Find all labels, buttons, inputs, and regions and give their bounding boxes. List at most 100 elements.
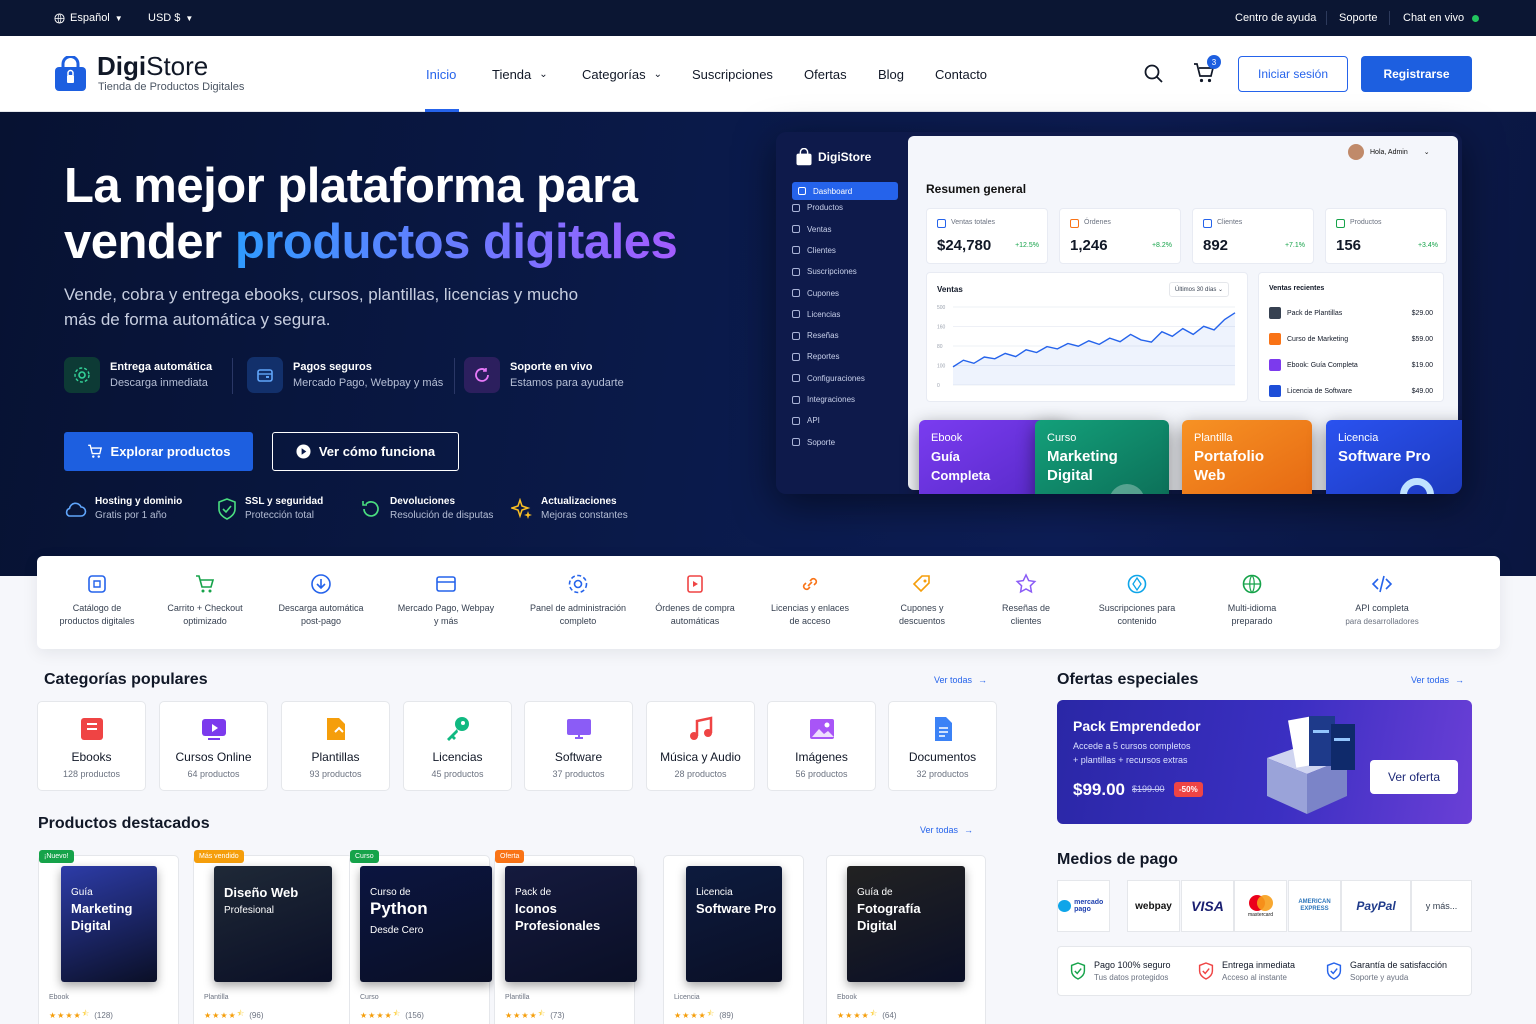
recent-sale-row[interactable]: Licencia de Software $49.00 bbox=[1269, 385, 1433, 397]
hero-product-card[interactable]: LicenciaSoftware ProOrtenamenze bbox=[1326, 420, 1462, 494]
product-card[interactable]: Guía de Fotografía Digital Ebook ★ ★ ★ ★ ⯪ (64) bbox=[826, 855, 986, 1024]
product-card[interactable]: Más vendido Diseño Web Profesional Plantill… bbox=[193, 850, 353, 1024]
admin-user-menu[interactable]: Hola, Admin ⌄ bbox=[1348, 144, 1430, 160]
register-button[interactable]: Registrarse bbox=[1361, 56, 1472, 92]
sales-chart-card: Ventas Últimos 30 días ⌄ 500 160 80 100 0 bbox=[926, 272, 1248, 402]
offers-see-all-link[interactable]: Ver todas → bbox=[1411, 675, 1464, 685]
box-illustration bbox=[1267, 716, 1355, 814]
dashboard-menu-item[interactable]: Licencias bbox=[792, 310, 840, 319]
product-rating: ★ ★ ★ ★ ⯪ (156) bbox=[360, 1008, 424, 1022]
hero-product-card[interactable]: CursoMarketing DigitalZamon Online▶ bbox=[1035, 420, 1169, 494]
dashboard-menu-item[interactable]: API bbox=[792, 416, 820, 425]
category-card[interactable]: Imágenes 56 productos bbox=[767, 701, 876, 791]
live-chat-link[interactable]: Chat en vivo bbox=[1403, 0, 1480, 36]
dashboard-menu-item[interactable]: Reportes bbox=[792, 352, 839, 361]
arrow-right-icon: → bbox=[978, 675, 988, 685]
dashboard-menu-item[interactable]: Configuraciones bbox=[792, 374, 865, 383]
star-icon: ★ bbox=[368, 1010, 376, 1020]
avatar bbox=[1348, 144, 1364, 160]
chevron-down-icon: ▼ bbox=[185, 13, 194, 23]
category-card[interactable]: Licencias 45 productos bbox=[403, 701, 512, 791]
category-name: Música y Audio bbox=[660, 750, 741, 764]
template-icon bbox=[326, 718, 345, 740]
product-name: Guía Completa bbox=[931, 449, 991, 483]
recent-sale-price: $19.00 bbox=[1411, 361, 1433, 369]
dashboard-menu-item[interactable]: Productos bbox=[792, 203, 843, 212]
monitor-icon bbox=[566, 719, 591, 739]
dashboard-menu-item[interactable]: Suscripciones bbox=[792, 267, 857, 276]
menu-icon bbox=[792, 352, 800, 361]
nav-label: Ofertas bbox=[804, 66, 847, 82]
support-link[interactable]: Soporte bbox=[1339, 0, 1378, 36]
product-category: Ebook bbox=[837, 994, 857, 1001]
currency-selector[interactable]: USD $ ▼ bbox=[148, 0, 193, 36]
kpi-icon bbox=[1336, 219, 1345, 228]
menu-icon bbox=[792, 225, 800, 234]
dashboard-menu-item[interactable]: Integraciones bbox=[792, 395, 855, 404]
product-kind: Ebook bbox=[931, 432, 963, 444]
nav-inicio[interactable]: Inicio bbox=[426, 36, 456, 112]
help-link[interactable]: Centro de ayuda bbox=[1235, 0, 1316, 36]
dashboard-menu-item[interactable]: Clientes bbox=[792, 246, 836, 255]
category-card[interactable]: Plantillas 93 productos bbox=[281, 701, 390, 791]
nav-label: Tienda bbox=[492, 66, 532, 82]
nav-contacto[interactable]: Contacto bbox=[935, 36, 987, 112]
range-select[interactable]: Últimos 30 días ⌄ bbox=[1169, 282, 1230, 297]
cart-button[interactable]: 3 bbox=[1193, 55, 1221, 84]
kpi-delta: +12.5% bbox=[1015, 242, 1039, 249]
dashboard-menu-item[interactable]: Cupones bbox=[792, 289, 839, 298]
language-selector[interactable]: Español ▼ bbox=[54, 0, 123, 36]
nav-blog[interactable]: Blog bbox=[878, 36, 904, 112]
star-icon: ★ bbox=[698, 1010, 706, 1020]
recent-sale-row[interactable]: Ebook: Guía Completa $19.00 bbox=[1269, 359, 1433, 371]
dashboard-menu-item[interactable]: Dashboard bbox=[792, 182, 898, 200]
product-card[interactable]: Licencia Software Pro Licencia ★ ★ ★ ★ ⯪ (89) bbox=[663, 855, 804, 1024]
menu-label: Cupones bbox=[807, 288, 840, 298]
brand-name[interactable]: DigiStore bbox=[97, 51, 208, 82]
hero-subtitle: Vende, cobra y entrega ebooks, cursos, p… bbox=[64, 285, 579, 329]
star-icon: ⯪ bbox=[537, 1009, 546, 1018]
kpi-icon bbox=[937, 219, 946, 228]
search-icon[interactable] bbox=[1144, 64, 1164, 84]
recent-sale-row[interactable]: Pack de Plantillas $29.00 bbox=[1269, 307, 1433, 319]
feature-item: Licencias y enlaces de acceso bbox=[755, 556, 865, 649]
category-card[interactable]: Documentos 32 productos bbox=[888, 701, 997, 791]
explore-products-button[interactable]: Explorar productos bbox=[64, 432, 253, 471]
feature-title: Multi-idioma bbox=[1227, 603, 1277, 613]
orders-icon bbox=[687, 575, 703, 593]
nav-tienda[interactable]: Tienda ⌄ bbox=[492, 36, 548, 112]
star-icon: ★ bbox=[376, 1010, 384, 1020]
category-card[interactable]: Software 37 productos bbox=[524, 701, 633, 791]
nav-ofertas[interactable]: Ofertas bbox=[804, 36, 847, 112]
how-it-works-button[interactable]: Ver cómo funciona bbox=[272, 432, 459, 471]
dashboard-menu-item[interactable]: Ventas bbox=[792, 225, 831, 234]
product-kind: Curso bbox=[1047, 432, 1077, 444]
view-offer-button[interactable]: Ver oferta bbox=[1370, 760, 1458, 794]
chevron-down-icon: ⌄ bbox=[653, 68, 662, 80]
nav-suscripciones[interactable]: Suscripciones bbox=[692, 36, 773, 112]
product-card[interactable]: ¡Nuevo! Guía Marketing Digital Ebook ★ ★ ★ ★ ⯪ (1… bbox=[38, 850, 179, 1024]
feature-sub: Mercado Pago, Webpay y más bbox=[293, 377, 444, 389]
hero-product-card[interactable]: PlantillaPortafolio WebZIP bbox=[1182, 420, 1312, 494]
category-card[interactable]: Cursos Online 64 productos bbox=[159, 701, 268, 791]
nav-categorias[interactable]: Categorías ⌄ bbox=[582, 36, 662, 112]
category-card[interactable]: Ebooks 128 productos bbox=[37, 701, 146, 791]
hero-title-highlight: productos digitales bbox=[234, 215, 678, 269]
online-dot-icon bbox=[1472, 14, 1480, 22]
star-icon: ★ bbox=[521, 1010, 529, 1020]
login-button[interactable]: Iniciar sesión bbox=[1238, 56, 1348, 92]
category-card[interactable]: Música y Audio 28 productos bbox=[646, 701, 755, 791]
cover-kicker: Guía de bbox=[857, 887, 893, 898]
recent-sale-row[interactable]: Curso de Marketing $59.00 bbox=[1269, 333, 1433, 345]
featured-see-all-link[interactable]: Ver todas → bbox=[920, 825, 973, 835]
product-card[interactable]: Oferta Pack de Iconos Profesionales Plantil… bbox=[494, 850, 637, 1024]
product-card[interactable]: Curso Curso de Python Desde Cero Curso ★ ★ ★ ★ ⯪(… bbox=[349, 850, 492, 1024]
offers-title: Ofertas especiales bbox=[1057, 671, 1199, 688]
menu-icon bbox=[792, 416, 800, 425]
categories-see-all-link[interactable]: Ver todas → bbox=[934, 675, 987, 685]
dashboard-menu-item[interactable]: Reseñas bbox=[792, 331, 839, 340]
dashboard-menu-item[interactable]: Soporte bbox=[792, 438, 835, 447]
cart-count-badge: 3 bbox=[1207, 55, 1221, 69]
feature-title: Mercado Pago, Webpay bbox=[397, 603, 495, 613]
logo[interactable] bbox=[54, 56, 87, 92]
